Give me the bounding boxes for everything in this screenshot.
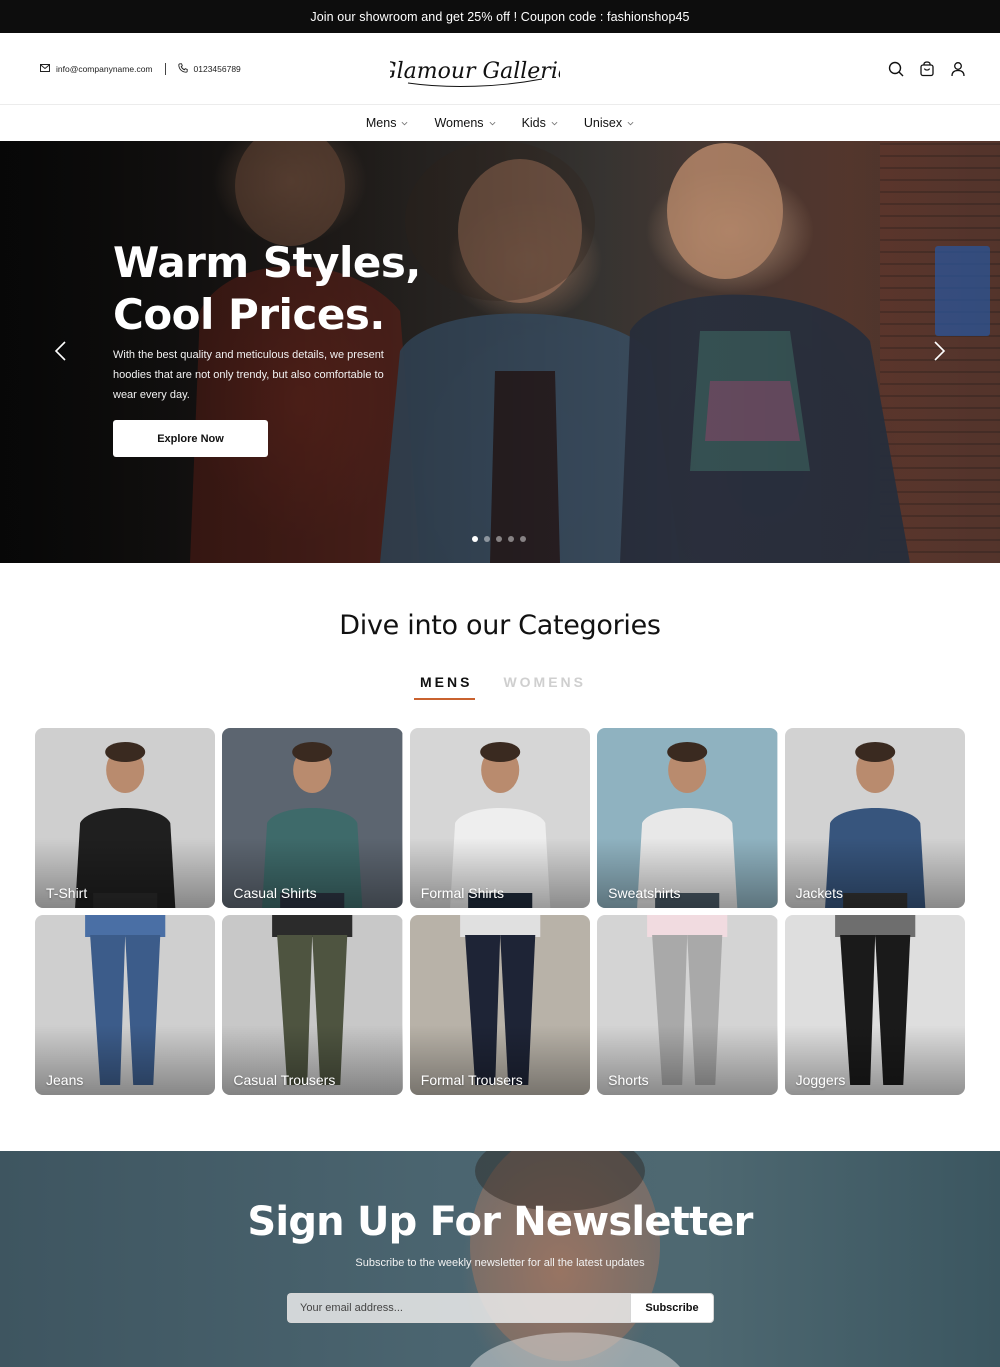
chevron-down-icon <box>551 121 558 125</box>
carousel-prev-button[interactable] <box>50 339 70 363</box>
chevron-down-icon <box>402 121 408 125</box>
category-card[interactable]: T-Shirt <box>35 728 216 908</box>
category-label: Jackets <box>795 885 844 901</box>
cart-icon[interactable] <box>918 61 935 78</box>
announcement-text: Join our showroom and get 25% off ! Coup… <box>310 9 690 24</box>
search-icon[interactable] <box>887 61 904 78</box>
category-label: Casual Trousers <box>233 1072 336 1088</box>
category-label: Jeans <box>46 1072 84 1088</box>
category-card[interactable]: Casual Shirts <box>222 728 403 908</box>
header-actions <box>887 33 966 105</box>
category-card[interactable]: Formal Shirts <box>409 728 591 908</box>
chevron-left-icon <box>54 341 66 361</box>
newsletter-section: Sign Up For Newsletter Subscribe to the … <box>0 1151 1000 1367</box>
carousel-dot[interactable] <box>520 536 526 542</box>
category-label: Casual Shirts <box>233 885 317 901</box>
newsletter-form: Subscribe <box>287 1293 714 1323</box>
email-text: info@companyname.com <box>56 64 153 74</box>
chevron-down-icon <box>627 121 634 125</box>
tab-mens[interactable]: MENS <box>413 674 476 700</box>
category-label: Shorts <box>608 1072 649 1088</box>
tab-womens[interactable]: WOMENS <box>503 674 586 700</box>
category-label: Sweatshirts <box>608 885 681 901</box>
phone-text: 0123456789 <box>193 64 241 74</box>
site-header: info@companyname.com 0123456789 Glamour … <box>0 33 1000 105</box>
category-label: Formal Trousers <box>420 1072 523 1088</box>
hero-title-line1: Warm Styles, <box>113 238 421 287</box>
hero-description: With the best quality and meticulous det… <box>113 349 384 401</box>
phone-contact[interactable]: 0123456789 <box>177 63 241 75</box>
chevron-right-icon <box>934 341 946 361</box>
category-label: Formal Shirts <box>420 885 505 901</box>
mail-icon <box>40 64 50 74</box>
category-card[interactable]: Sweatshirts <box>597 728 778 908</box>
category-card[interactable]: Jeans <box>35 915 216 1095</box>
category-card[interactable]: Formal Trousers <box>409 915 591 1095</box>
category-grid: T-Shirt Casual Shirts Formal Shirts Sweatsh… <box>35 728 965 1095</box>
hero-title: Warm Styles, Cool Prices. <box>113 237 513 341</box>
category-card[interactable]: Jackets <box>784 728 965 908</box>
carousel-dots <box>472 536 526 542</box>
nav-item-unisex[interactable]: Unisex <box>584 116 634 130</box>
user-icon[interactable] <box>949 61 966 78</box>
logo[interactable]: Glamour Galleria <box>379 41 571 97</box>
category-card[interactable]: Casual Trousers <box>222 915 403 1095</box>
newsletter-subtitle: Subscribe to the weekly newsletter for a… <box>355 1257 645 1269</box>
contact-divider <box>164 63 166 75</box>
hero-banner: Warm Styles, Cool Prices. With the best … <box>0 141 1000 563</box>
chevron-down-icon <box>489 121 495 125</box>
category-label: T-Shirt <box>46 885 88 901</box>
explore-now-button[interactable]: Explore Now <box>113 420 268 457</box>
nav-item-womens[interactable]: Womens <box>434 116 495 130</box>
nav-item-mens[interactable]: Mens <box>366 116 409 130</box>
phone-icon <box>177 63 188 75</box>
email-input[interactable] <box>287 1293 630 1323</box>
category-card[interactable]: Shorts <box>597 915 778 1095</box>
nav-item-kids[interactable]: Kids <box>522 116 558 130</box>
nav-item-label: Kids <box>521 116 546 130</box>
email-contact[interactable]: info@companyname.com <box>40 64 153 74</box>
category-tabs: MENS WOMENS <box>0 674 1000 700</box>
carousel-dot[interactable] <box>484 536 490 542</box>
newsletter-title: Sign Up For Newsletter <box>247 1199 753 1245</box>
carousel-dot[interactable] <box>508 536 514 542</box>
nav-item-label: Mens <box>365 116 397 130</box>
hero-title-line2: Cool Prices. <box>113 290 385 339</box>
nav-item-label: Womens <box>434 116 484 130</box>
category-label: Joggers <box>795 1072 846 1088</box>
carousel-dot[interactable] <box>472 536 478 542</box>
announcement-bar: Join our showroom and get 25% off ! Coup… <box>0 0 1000 33</box>
subscribe-button[interactable]: Subscribe <box>630 1293 714 1323</box>
category-card[interactable]: Joggers <box>784 915 965 1095</box>
contact-info: info@companyname.com 0123456789 <box>40 33 241 105</box>
main-nav: Mens Womens Kids Unisex <box>0 105 1000 141</box>
categories-title: Dive into our Categories <box>339 610 661 641</box>
carousel-dot[interactable] <box>496 536 502 542</box>
carousel-next-button[interactable] <box>930 339 950 363</box>
nav-item-label: Unisex <box>583 116 623 130</box>
